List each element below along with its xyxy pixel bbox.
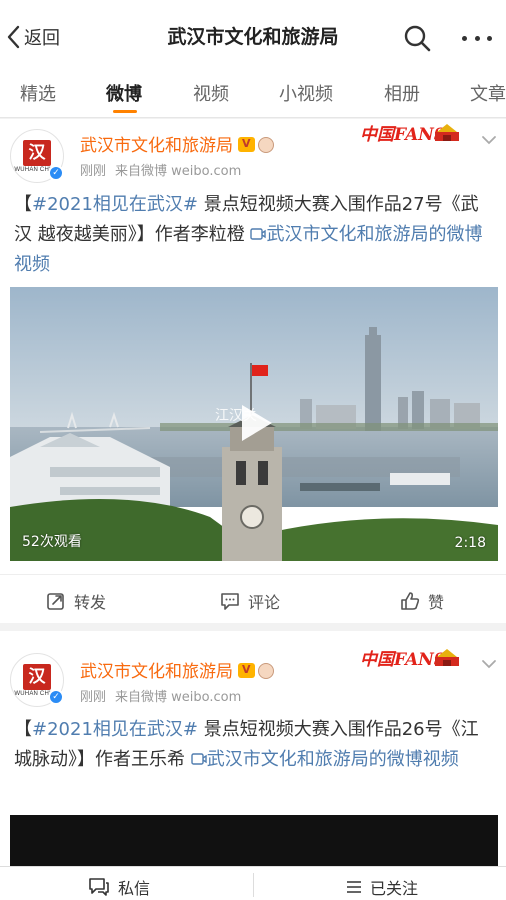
bottom-action-bar: 私信 已关注 — [0, 866, 506, 900]
view-count: 52次观看 — [22, 534, 82, 550]
post-time: 刚刚 — [80, 164, 107, 179]
fans-banner: 中国FANS — [354, 641, 464, 671]
video-player[interactable] — [10, 815, 498, 866]
tab-video[interactable]: 视频 — [193, 80, 229, 106]
comment-button[interactable]: 评论 — [220, 589, 280, 613]
play-icon[interactable] — [236, 401, 276, 445]
hashtag-link[interactable]: #2021相见在武汉# — [32, 719, 198, 740]
crown-badge-icon — [238, 137, 255, 152]
post-time: 刚刚 — [80, 690, 107, 705]
author-name[interactable]: 武汉市文化和旅游局 — [80, 657, 274, 682]
menu-icon — [347, 881, 361, 893]
tab-article[interactable]: 文章 — [470, 80, 506, 106]
verified-badge-icon: ✓ — [48, 689, 64, 705]
tab-featured[interactable]: 精选 — [20, 80, 56, 106]
video-player[interactable]: 江汉关 52次观看 2:18 — [10, 287, 498, 561]
avatar-seal: 汉 — [23, 139, 51, 166]
post-text: 【#2021相见在武汉# 景点短视频大赛入围作品26号《江城脉动》】作者王乐希 … — [14, 719, 479, 770]
comment-icon — [221, 593, 239, 610]
status-bar — [0, 0, 506, 8]
post-card: 汉 WUHAN CHINA ✓ 武汉市文化和旅游局 刚刚来自微博 weibo.c… — [0, 119, 506, 623]
video-duration: 2:18 — [454, 535, 486, 551]
verified-badge-icon: ✓ — [48, 165, 64, 181]
message-icon — [89, 878, 109, 896]
tab-album[interactable]: 相册 — [384, 80, 420, 106]
video-link-icon — [191, 753, 207, 765]
search-icon[interactable] — [403, 24, 431, 52]
video-link-icon — [250, 228, 267, 240]
profile-tabs: 精选 微博 视频 小视频 相册 文章 — [0, 66, 506, 118]
crown-badge-icon — [238, 663, 255, 678]
tiananmen-icon — [435, 649, 459, 666]
repost-button[interactable]: 转发 — [46, 589, 106, 613]
followed-button[interactable]: 已关注 — [346, 875, 418, 899]
author-name[interactable]: 武汉市文化和旅游局 — [80, 131, 274, 156]
tiananmen-icon — [435, 124, 459, 141]
post-source: 来自微博 weibo.com — [115, 690, 242, 705]
post-card: 汉 WUHAN CHINA ✓ 武汉市文化和旅游局 刚刚来自微博 weibo.c… — [0, 631, 506, 866]
post-source: 来自微博 weibo.com — [115, 164, 242, 179]
message-button[interactable]: 私信 — [88, 875, 150, 899]
fans-banner: 中国FANS — [354, 116, 464, 146]
avatar-seal: 汉 — [23, 663, 51, 690]
fan-face-icon — [258, 663, 274, 679]
video-link[interactable]: 武汉市文化和旅游局的微博视频 — [207, 749, 459, 770]
fan-face-icon — [258, 137, 274, 153]
like-button[interactable]: 赞 — [400, 589, 444, 613]
chevron-down-icon[interactable] — [480, 131, 498, 149]
divider — [253, 873, 254, 897]
post-meta: 刚刚 来自微博 weibo.com — [80, 160, 250, 179]
post-separator — [0, 623, 506, 631]
post-actions: 转发 评论 赞 — [0, 574, 506, 624]
hashtag-link[interactable]: #2021相见在武汉# — [32, 194, 198, 215]
post-text: 【#2021相见在武汉# 景点短视频大赛入围作品27号《武汉 越夜越美丽》】作者… — [14, 194, 483, 275]
tab-weibo[interactable]: 微博 — [106, 80, 142, 106]
post-meta: 刚刚 来自微博 weibo.com — [80, 686, 250, 705]
more-icon[interactable] — [462, 26, 492, 50]
repost-icon — [47, 593, 64, 610]
active-tab-indicator — [113, 110, 137, 113]
thumbs-up-icon — [401, 592, 420, 610]
top-navbar: 返回 武汉市文化和旅游局 — [0, 8, 506, 66]
chevron-down-icon[interactable] — [480, 655, 498, 673]
tab-short-video[interactable]: 小视频 — [279, 80, 333, 106]
